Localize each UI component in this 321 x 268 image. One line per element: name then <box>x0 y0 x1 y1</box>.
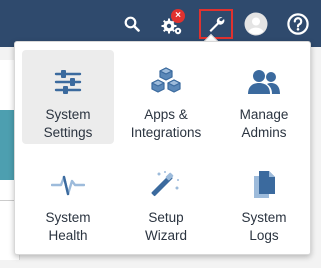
menu-item-label: System Settings <box>43 107 93 140</box>
search-icon <box>124 16 140 32</box>
tools-dropdown-menu: System Settings Apps & Integrations Mana… <box>14 41 311 255</box>
menu-item-manage-admins[interactable]: Manage Admins <box>218 50 310 144</box>
menu-item-system-logs[interactable]: System Logs <box>218 153 310 247</box>
menu-item-label: System Logs <box>241 210 287 243</box>
sliders-icon <box>54 70 82 94</box>
menu-item-label: System Health <box>45 210 91 243</box>
notification-badge: × <box>171 9 185 23</box>
menu-item-system-health[interactable]: System Health <box>22 153 114 247</box>
search-button[interactable] <box>118 10 146 38</box>
tools-button[interactable] <box>199 9 233 39</box>
avatar-icon <box>244 12 268 36</box>
help-icon <box>287 13 309 35</box>
help-button[interactable] <box>284 10 312 38</box>
heartbeat-icon <box>51 175 85 196</box>
wrench-icon <box>209 17 225 32</box>
menu-item-label: Manage Admins <box>239 107 289 140</box>
menu-item-label: Apps & Integrations <box>130 107 202 140</box>
files-icon <box>254 171 275 198</box>
menu-item-setup-wizard[interactable]: Setup Wizard <box>120 153 212 247</box>
menu-item-apps-integrations[interactable]: Apps & Integrations <box>120 50 212 144</box>
settings-gears-button[interactable]: × <box>156 9 188 38</box>
menu-item-label: Setup Wizard <box>144 210 187 243</box>
users-icon <box>248 70 280 94</box>
cubes-icon <box>151 67 181 93</box>
menu-item-system-settings[interactable]: System Settings <box>22 50 114 144</box>
magic-wand-icon <box>151 171 179 197</box>
user-avatar-button[interactable] <box>243 10 269 38</box>
top-nav-bar: × <box>0 0 321 47</box>
